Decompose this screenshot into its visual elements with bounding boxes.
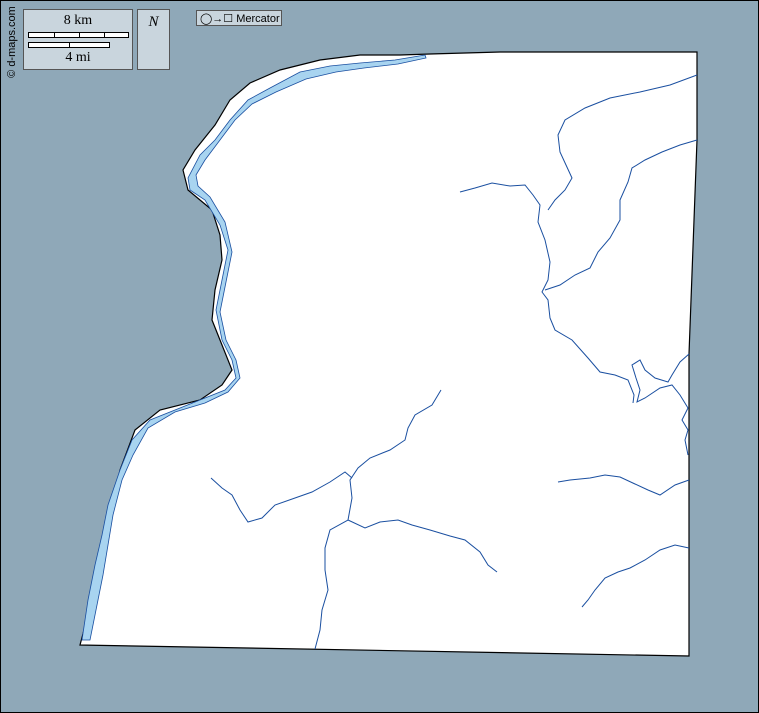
scale-mi-label: 4 mi xyxy=(65,50,91,65)
credit-text: © d-maps.com xyxy=(6,6,18,78)
north-arrow-box: N xyxy=(137,9,170,70)
north-label: N xyxy=(148,14,159,30)
scale-km-label: 8 km xyxy=(63,13,93,28)
scale-km-bar xyxy=(28,32,129,38)
scale-bar-box: 8 km 4 mi xyxy=(23,9,133,70)
projection-box: ◯→☐ Mercator xyxy=(196,10,282,26)
land-area[interactable] xyxy=(79,51,698,657)
scale-mi-bar xyxy=(28,42,110,48)
map-canvas[interactable] xyxy=(0,0,759,713)
projection-icon: ◯→☐ xyxy=(200,13,234,25)
projection-label: Mercator xyxy=(236,13,280,25)
